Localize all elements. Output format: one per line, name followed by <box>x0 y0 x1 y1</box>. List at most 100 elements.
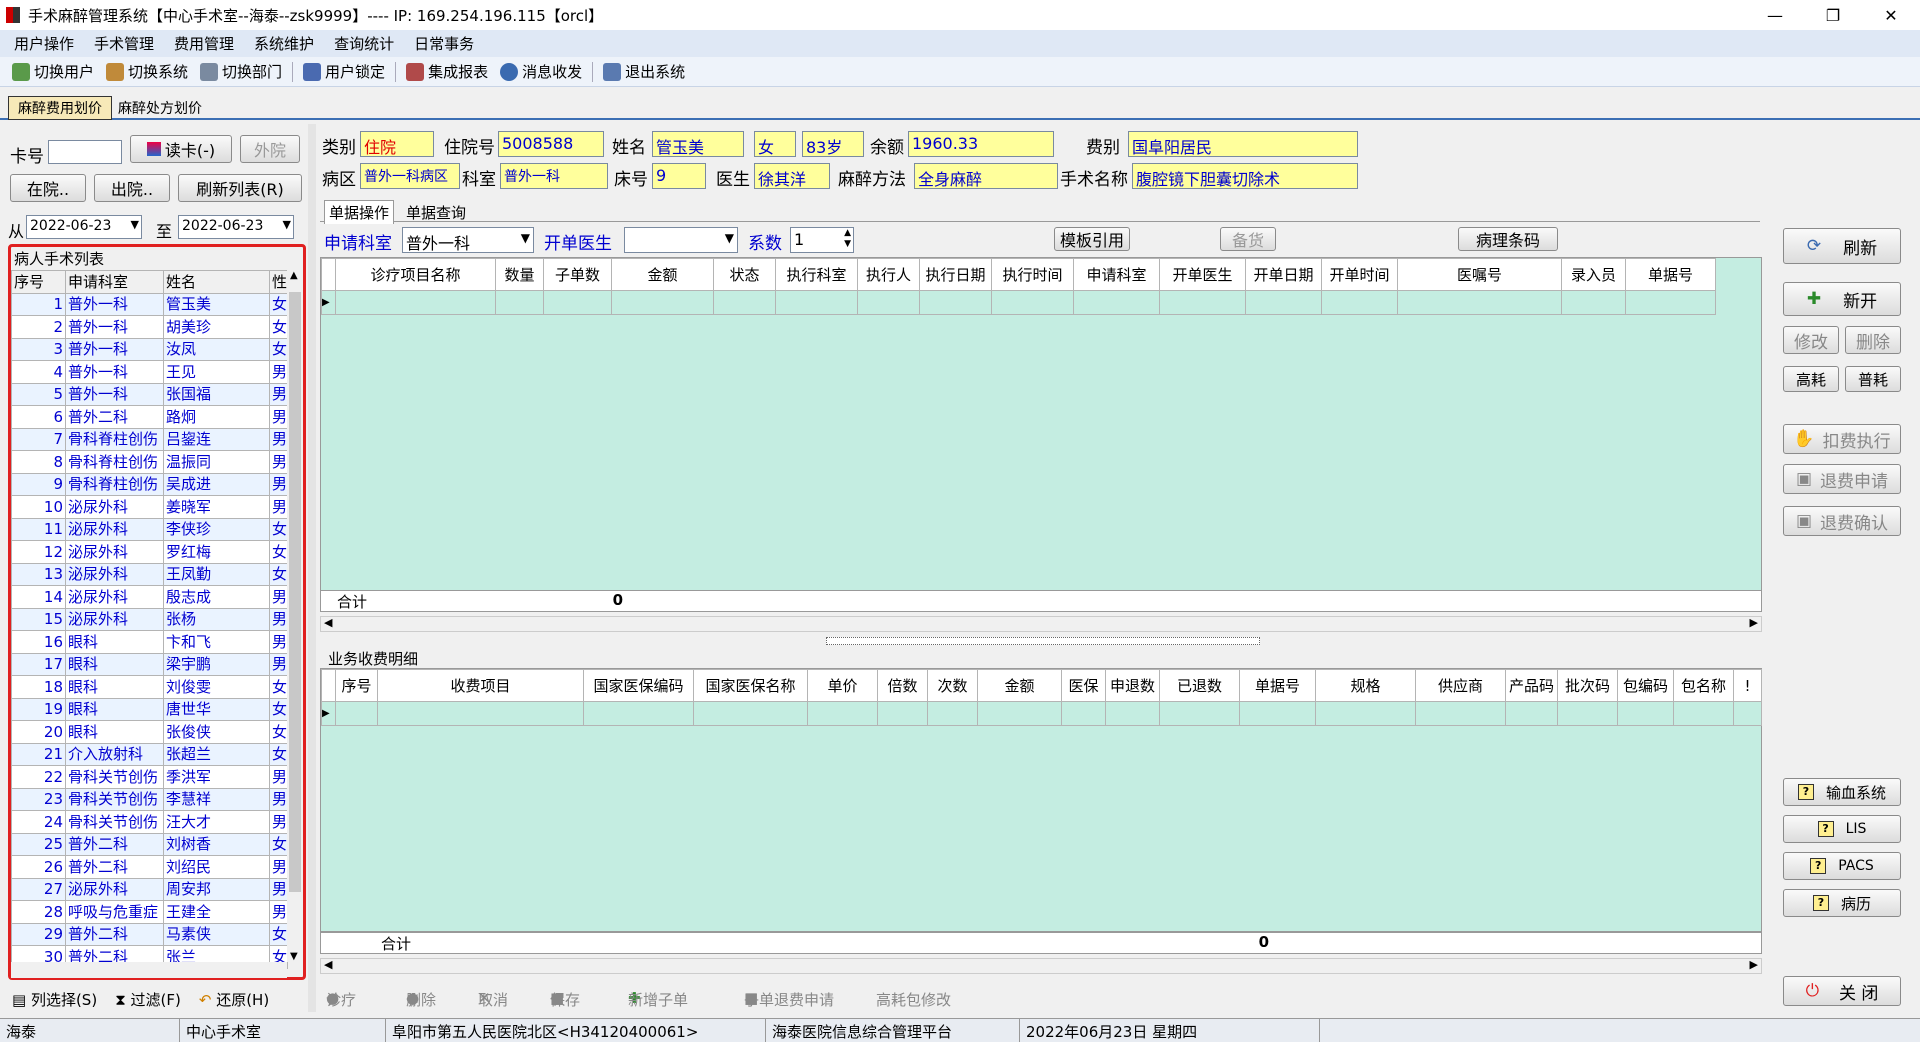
grid-cell[interactable] <box>1061 701 1106 726</box>
tab-order-ops[interactable]: 单据操作 <box>324 200 395 224</box>
column-header[interactable]: 包编码 <box>1617 669 1674 702</box>
fee-grid-hscroll[interactable]: ◀ ▶ <box>320 958 1762 974</box>
column-header[interactable]: 子单数 <box>543 258 612 291</box>
restore-button[interactable]: ❐ <box>1804 0 1862 30</box>
new-button[interactable]: ✚ 新开 <box>1783 282 1901 316</box>
table-row[interactable]: 10 泌尿外科 姜晓军男 <box>11 495 288 519</box>
grid-cell[interactable] <box>807 701 878 726</box>
grid-splitter[interactable] <box>826 637 1260 645</box>
menu-surgery[interactable]: 手术管理 <box>84 33 164 54</box>
column-header[interactable]: 开单日期 <box>1245 258 1322 291</box>
column-header[interactable]: 申请科室 <box>1073 258 1160 291</box>
grid-cell[interactable] <box>1625 290 1716 315</box>
apply-dept-select[interactable]: 普外一科 ▼ <box>402 227 534 253</box>
pacs-button[interactable]: ? PACS <box>1783 852 1901 880</box>
grid-cell[interactable] <box>1239 701 1316 726</box>
table-row[interactable]: 8 骨科脊柱创伤 温振同男 <box>11 450 288 474</box>
grid-cell[interactable] <box>1073 290 1160 315</box>
minimize-button[interactable]: — <box>1746 0 1804 30</box>
column-select-button[interactable]: ▤ 列选择(S) <box>12 989 97 1010</box>
table-row[interactable]: 16 眼科 卞和飞男 <box>11 630 288 654</box>
grid-cell[interactable] <box>919 290 992 315</box>
menu-fees[interactable]: 费用管理 <box>164 33 244 54</box>
column-header[interactable]: 序号 <box>11 270 66 294</box>
table-row[interactable]: 12 泌尿外科 罗红梅女 <box>11 540 288 564</box>
grid-cell[interactable] <box>775 290 858 315</box>
outpatient-button[interactable]: 外院 <box>240 135 300 163</box>
read-card-button[interactable]: 读卡(-) <box>130 135 232 163</box>
table-row[interactable]: 13 泌尿外科 王凤勤女 <box>11 562 288 586</box>
column-header[interactable]: 金额 <box>611 258 714 291</box>
delete-button[interactable]: 删除 <box>1845 326 1901 354</box>
column-header[interactable]: 录入员 <box>1561 258 1626 291</box>
table-row[interactable]: 18 眼科 刘俊雯女 <box>11 675 288 699</box>
card-input[interactable] <box>48 140 122 164</box>
table-row[interactable]: 22 骨科关节创伤 季洪军男 <box>11 765 288 789</box>
grid-cell[interactable] <box>877 701 928 726</box>
table-row[interactable]: 19 眼科 唐世华女 <box>11 697 288 721</box>
table-row[interactable]: 21 介入放射科 张超兰女 <box>11 742 288 766</box>
column-header[interactable]: 规格 <box>1315 669 1416 702</box>
column-header[interactable]: 包名称 <box>1673 669 1734 702</box>
switch-system-button[interactable]: 切换系统 <box>100 61 194 82</box>
column-header[interactable]: 性 <box>269 270 288 294</box>
template-button[interactable]: 模板引用 <box>1054 227 1130 251</box>
grid-cell[interactable] <box>335 701 378 726</box>
grid-cell[interactable] <box>1505 701 1558 726</box>
column-header[interactable]: 金额 <box>977 669 1062 702</box>
patient-list-hscroll[interactable] <box>11 962 287 978</box>
table-row[interactable]: 28 呼吸与危重症 王建全男 <box>11 900 288 924</box>
grid-cell[interactable] <box>1617 701 1674 726</box>
grid-cell[interactable] <box>857 290 920 315</box>
order-doctor-select[interactable]: ▼ <box>624 227 738 253</box>
column-header[interactable]: 申请科室 <box>65 270 164 294</box>
refund-confirm-button[interactable]: ▣ 退费确认 <box>1783 506 1901 536</box>
lis-button[interactable]: ? LIS <box>1783 815 1901 843</box>
column-header[interactable]: 执行人 <box>857 258 920 291</box>
column-header[interactable]: 供应商 <box>1415 669 1506 702</box>
grid-cell[interactable] <box>495 290 544 315</box>
table-row[interactable]: 29 普外二科 马素侠女 <box>11 922 288 946</box>
column-header[interactable]: 产品码 <box>1505 669 1558 702</box>
tab-anes-fee[interactable]: 麻醉费用划价 <box>8 96 112 120</box>
column-header[interactable]: 单据号 <box>1625 258 1716 291</box>
table-row[interactable]: 15 泌尿外科 张杨男 <box>11 607 288 631</box>
table-row[interactable]: 1 普外一科 管玉美女 <box>11 292 288 316</box>
column-header[interactable]: 已退数 <box>1159 669 1240 702</box>
table-row[interactable]: 20 眼科 张俊侠女 <box>11 720 288 744</box>
column-header[interactable]: 开单医生 <box>1159 258 1246 291</box>
tab-anes-prescription[interactable]: 麻醉处方划价 <box>118 98 202 118</box>
column-header[interactable]: 数量 <box>495 258 544 291</box>
table-row[interactable]: 17 眼科 梁宇鹏男 <box>11 652 288 676</box>
pkg-edit-button[interactable]: 高耗包修改 <box>876 989 951 1010</box>
column-header[interactable]: ! <box>1733 669 1762 702</box>
grid-cell[interactable] <box>1561 290 1626 315</box>
grid-cell[interactable] <box>1557 701 1618 726</box>
table-row[interactable]: 2 普外一科 胡美珍女 <box>11 315 288 339</box>
column-header[interactable]: 申退数 <box>1105 669 1160 702</box>
tab-order-query[interactable]: 单据查询 <box>406 202 466 223</box>
refresh-button[interactable]: ⟳ 刷新 <box>1783 228 1901 264</box>
table-row[interactable]: 14 泌尿外科 殷志成男 <box>11 585 288 609</box>
grid-cell[interactable] <box>693 701 808 726</box>
refresh-list-button[interactable]: 刷新列表(R) <box>178 174 302 202</box>
menu-user-ops[interactable]: 用户操作 <box>4 33 84 54</box>
grid-cell[interactable] <box>377 701 584 726</box>
normal-consumable-button[interactable]: 普耗 <box>1845 366 1901 392</box>
table-row[interactable]: 4 普外一科 王见男 <box>11 360 288 384</box>
grid-cell[interactable] <box>1673 701 1734 726</box>
table-row[interactable]: 23 骨科关节创伤 李慧祥男 <box>11 787 288 811</box>
column-header[interactable]: 医嘱号 <box>1397 258 1562 291</box>
grid-cell[interactable] <box>1105 701 1160 726</box>
column-header[interactable]: 执行时间 <box>991 258 1074 291</box>
grid-cell[interactable] <box>977 701 1062 726</box>
column-header[interactable]: 单据号 <box>1239 669 1316 702</box>
grid-cell[interactable] <box>1321 290 1398 315</box>
grid-cell[interactable] <box>927 701 978 726</box>
menu-query[interactable]: 查询统计 <box>324 33 404 54</box>
medical-record-button[interactable]: ? 病历 <box>1783 889 1901 917</box>
pathology-barcode-button[interactable]: 病理条码 <box>1458 227 1558 251</box>
table-row[interactable]: 3 普外一科 汝凤女 <box>11 337 288 361</box>
switch-user-button[interactable]: 切换用户 <box>6 61 100 82</box>
patient-list-scrollbar[interactable]: ▲ ▼ <box>287 270 303 962</box>
